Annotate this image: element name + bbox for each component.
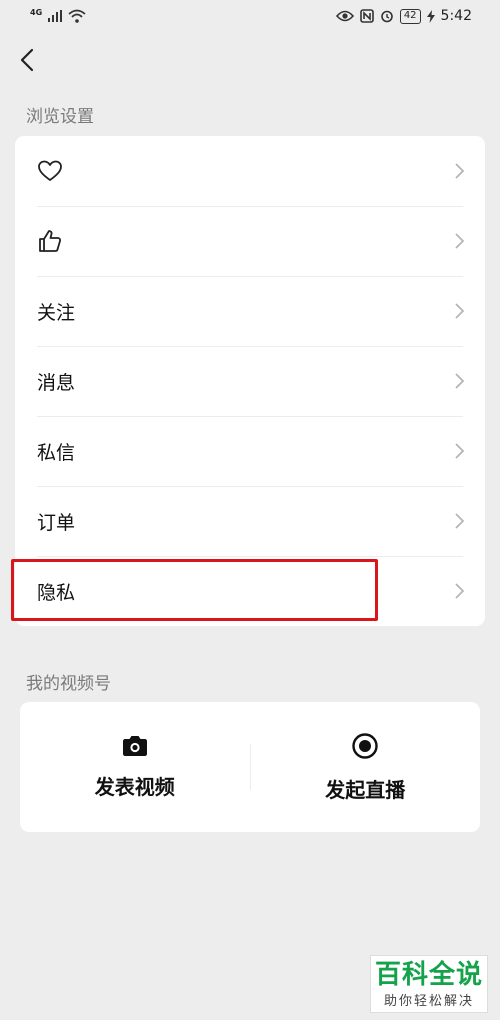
watermark-subtitle: 助你轻松解决: [383, 993, 474, 1009]
heart-icon: [37, 158, 63, 184]
chevron-right-icon: [455, 513, 465, 529]
chevron-right-icon: [455, 303, 465, 319]
row-orders[interactable]: 订单: [15, 486, 485, 556]
watermark-title: 百科全说: [374, 959, 483, 990]
wifi-icon: [68, 9, 86, 23]
row-orders-label: 订单: [37, 511, 76, 534]
thumbs-up-icon: [37, 228, 63, 254]
clock-time: 5:42: [440, 8, 472, 24]
row-favorites[interactable]: [15, 136, 485, 206]
back-arrow-icon: [20, 48, 34, 72]
channel-section-title: 我的视频号: [26, 674, 111, 694]
charging-icon: [426, 9, 435, 23]
row-likes[interactable]: [15, 206, 485, 276]
alarm-icon: [381, 10, 393, 23]
browse-settings-card: 关注 消息 私信 订单 隐私: [15, 136, 485, 626]
chevron-right-icon: [455, 163, 465, 179]
back-button[interactable]: [12, 44, 42, 76]
battery-indicator: 42: [399, 8, 421, 24]
signal-icon: [48, 10, 63, 22]
row-privacy-label: 隐私: [37, 581, 76, 604]
nfc-icon: [360, 9, 374, 23]
start-live-label: 发起直播: [325, 777, 406, 802]
camera-icon: [122, 735, 147, 756]
status-right: 42 5:42: [335, 8, 472, 24]
post-video-label: 发表视频: [94, 774, 175, 799]
row-messages-label: 消息: [37, 371, 76, 394]
browse-settings-title: 浏览设置: [26, 107, 94, 127]
chevron-right-icon: [455, 583, 465, 599]
chevron-right-icon: [455, 233, 465, 249]
row-follow[interactable]: 关注: [15, 276, 485, 346]
status-left: 4G: [30, 7, 86, 23]
row-messages[interactable]: 消息: [15, 346, 485, 416]
row-follow-label: 关注: [37, 301, 76, 324]
status-bar: 4G 42 5:42: [0, 0, 500, 32]
chevron-right-icon: [455, 373, 465, 389]
row-privacy[interactable]: 隐私: [15, 556, 485, 626]
channel-action-card: 发表视频 发起直播: [20, 702, 480, 832]
chevron-right-icon: [455, 443, 465, 459]
watermark-logo: 百科全说 助你轻松解决: [370, 955, 488, 1013]
row-private-messages[interactable]: 私信: [15, 416, 485, 486]
live-record-icon: [352, 732, 378, 759]
start-live-button[interactable]: 发起直播: [251, 702, 481, 832]
network-type: 4G: [30, 7, 43, 17]
eye-icon: [335, 10, 354, 22]
post-video-button[interactable]: 发表视频: [20, 702, 250, 832]
row-private-messages-label: 私信: [37, 441, 76, 464]
